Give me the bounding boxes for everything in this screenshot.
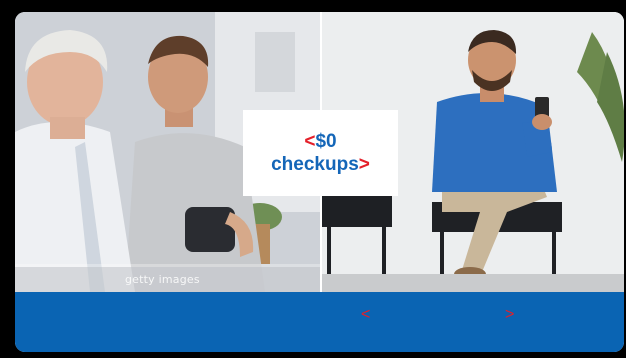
open-bracket: < <box>304 131 316 152</box>
headline-line-1: <$0 <box>304 130 336 153</box>
headline-price: $0 <box>315 131 337 152</box>
headline-line-2: checkups> <box>271 153 370 176</box>
carousel-prev-button[interactable]: < <box>361 306 370 324</box>
getty-watermark: getty images <box>125 273 200 286</box>
bottom-banner-bar: < > <box>15 292 624 352</box>
promo-card: getty images <$0 checkups> < > <box>15 12 624 352</box>
promo-headline-box: <$0 checkups> <box>243 110 398 196</box>
headline-word: checkups <box>271 154 359 175</box>
carousel-next-button[interactable]: > <box>505 306 514 324</box>
close-bracket: > <box>358 154 370 175</box>
